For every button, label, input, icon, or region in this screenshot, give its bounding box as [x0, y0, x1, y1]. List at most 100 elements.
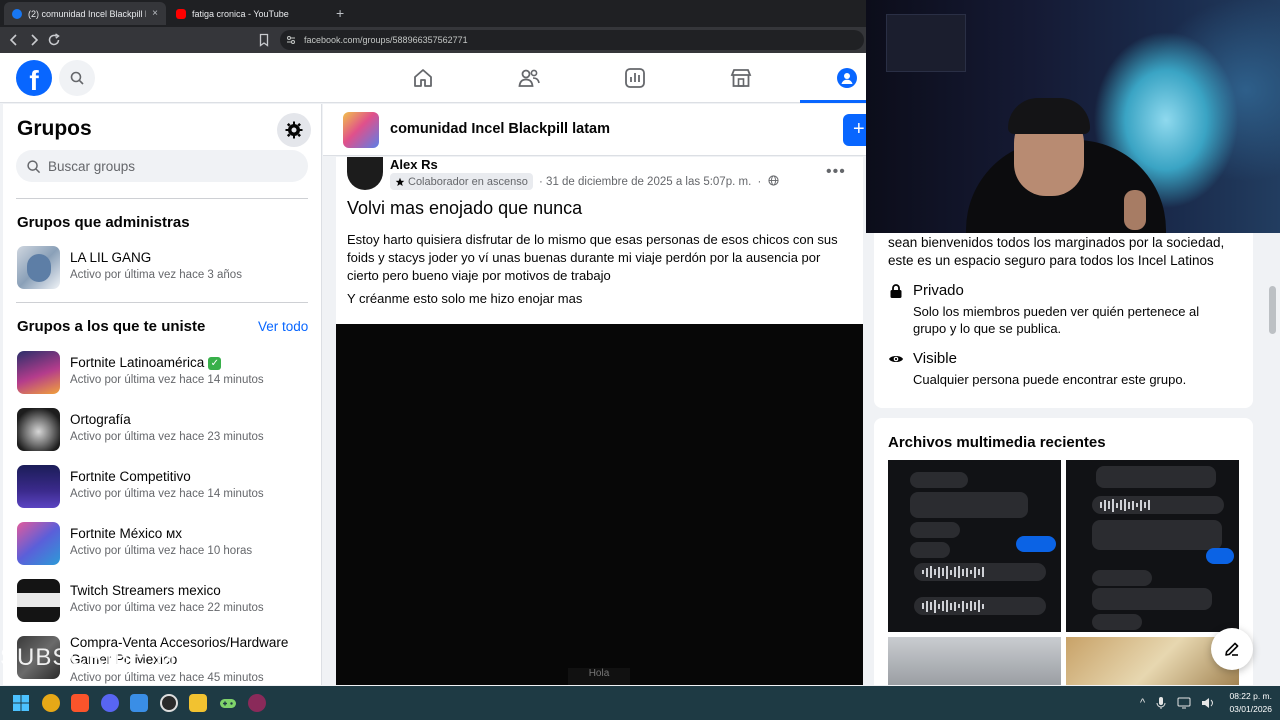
- group-description: sean bienvenidos todos los marginados po…: [888, 235, 1225, 268]
- see-all-link[interactable]: Ver todo: [258, 319, 308, 334]
- streamer-cap: [1008, 98, 1090, 134]
- joined-section-heading: Grupos a los que te uniste: [17, 318, 206, 335]
- nav-dashboard[interactable]: [620, 63, 650, 93]
- tab-label: (2) comunidad Incel Blackpill lat: [28, 8, 147, 19]
- network-icon: [1177, 697, 1191, 709]
- browser-tab-facebook[interactable]: (2) comunidad Incel Blackpill lat ×: [4, 2, 166, 25]
- eye-icon: [889, 356, 903, 362]
- group-activity: Activo por última vez hace 10 horas: [70, 545, 253, 557]
- privacy-description: Solo los miembros pueden ver quién perte…: [913, 304, 1200, 336]
- group-activity: Activo por última vez hace 14 minutos: [70, 488, 264, 500]
- verified-check-icon: ✓: [208, 357, 222, 370]
- group-item-fortnite-mexico[interactable]: Fortnite México мх Activo por última vez…: [17, 522, 317, 566]
- group-activity: Activo por última vez hace 45 minutos: [70, 672, 264, 684]
- group-header: comunidad Incel Blackpill latam +: [323, 104, 873, 156]
- edit-pencil-icon: [1225, 642, 1239, 656]
- file-explorer-icon[interactable]: [189, 694, 207, 712]
- reload-button[interactable]: [46, 32, 62, 48]
- dashboard-icon: [625, 68, 645, 88]
- group-item-fortnite-competitivo[interactable]: Fortnite Competitivo Activo por última v…: [17, 465, 317, 509]
- nav-groups[interactable]: [832, 63, 862, 93]
- group-thumbnail: [17, 465, 60, 508]
- tray-caret-icon[interactable]: ^: [1140, 697, 1145, 709]
- divider: [16, 198, 308, 199]
- separator: ·: [757, 176, 762, 188]
- about-card: sean bienvenidos todos los marginados po…: [874, 230, 1253, 408]
- search-icon: [27, 159, 41, 173]
- bookmark-button[interactable]: [256, 32, 272, 48]
- gear-icon: [285, 121, 303, 139]
- globe-icon: [767, 175, 779, 186]
- group-thumbnail: [17, 408, 60, 451]
- group-thumbnail: [17, 351, 60, 394]
- forward-arrow-icon: [31, 34, 39, 46]
- separator: ·: [539, 176, 543, 188]
- browser-toolbar: facebook.com/groups/588966357562771: [0, 27, 866, 53]
- bookmark-icon: [259, 33, 269, 47]
- coin-app-icon[interactable]: [42, 694, 60, 712]
- group-item-twitch-streamers[interactable]: Twitch Streamers mexico Activo por últim…: [17, 579, 317, 623]
- volume-icon: [1202, 698, 1214, 708]
- compose-button[interactable]: [1211, 628, 1253, 670]
- browser-tab-youtube[interactable]: fatiga cronica - YouTube: [168, 2, 328, 25]
- media-thumbnail[interactable]: [888, 460, 1061, 632]
- obs-icon[interactable]: [160, 694, 178, 712]
- nav-marketplace[interactable]: [726, 63, 756, 93]
- new-tab-button[interactable]: +: [336, 5, 344, 21]
- nav-home[interactable]: [408, 63, 438, 93]
- close-tab-icon[interactable]: ×: [152, 8, 158, 19]
- group-item-la-lil-gang[interactable]: LA LIL GANG Activo por última vez hace 3…: [17, 246, 317, 290]
- post-body: Estoy harto quisiera disfrutar de lo mis…: [347, 232, 838, 283]
- address-bar[interactable]: facebook.com/groups/588966357562771: [280, 30, 864, 50]
- scroll-thumb[interactable]: [1269, 286, 1276, 334]
- group-activity: Activo por última vez hace 22 minutos: [70, 602, 264, 614]
- video-caption: Hola: [568, 668, 630, 685]
- group-thumbnail: [17, 522, 60, 565]
- post-body-second: Y créanme esto solo me hizo enojar mas: [347, 291, 583, 306]
- author-avatar[interactable]: [347, 157, 383, 190]
- taskbar-clock[interactable]: 08:22 p. m. 03/01/2026: [1222, 690, 1272, 716]
- group-avatar[interactable]: [343, 112, 379, 148]
- page-scrollbar[interactable]: [1266, 234, 1280, 686]
- stream-overlay-text: SUBSCRIBE Member: [0, 644, 250, 671]
- settings-button[interactable]: [277, 113, 311, 147]
- group-title[interactable]: comunidad Incel Blackpill latam: [390, 121, 610, 137]
- nav-friends[interactable]: [514, 63, 544, 93]
- game-controller-icon[interactable]: [219, 694, 237, 712]
- system-tray: ^: [1140, 694, 1215, 712]
- group-name: Fortnite Competitivo: [70, 469, 191, 484]
- clock-time: 08:22 p. m.: [1229, 691, 1272, 701]
- post-video[interactable]: Hola: [336, 324, 863, 685]
- search-button[interactable]: [59, 60, 95, 96]
- marketplace-icon: [730, 69, 752, 87]
- brave-browser-icon[interactable]: [71, 694, 89, 712]
- group-item-fortnite-latam[interactable]: Fortnite Latinoamérica ✓ Activo por últim…: [17, 351, 317, 395]
- discord-icon[interactable]: [101, 694, 119, 712]
- start-button[interactable]: [12, 694, 30, 712]
- post-author[interactable]: Alex Rs: [390, 157, 438, 172]
- group-item-ortografia[interactable]: Ortografía Activo por última vez hace 23…: [17, 408, 317, 452]
- tab-label: fatiga cronica - YouTube: [192, 8, 289, 19]
- facebook-favicon-icon: [12, 8, 22, 19]
- store-icon[interactable]: [130, 694, 148, 712]
- privacy-title: Privado: [913, 282, 964, 299]
- group-thumbnail: [17, 579, 60, 622]
- post-timestamp[interactable]: · 31 de diciembre de 2025 a las 5:07p. m…: [539, 175, 779, 188]
- forward-button[interactable]: [26, 32, 42, 48]
- group-name: Fortnite México мх: [70, 526, 183, 541]
- media-thumbnail[interactable]: [888, 637, 1061, 685]
- group-search-input[interactable]: Buscar groups: [16, 150, 308, 182]
- facebook-logo[interactable]: f: [16, 60, 52, 96]
- back-button[interactable]: [6, 32, 22, 48]
- back-arrow-icon: [9, 34, 17, 46]
- contributor-badge: Colaborador en ascenso: [390, 173, 533, 190]
- media-thumbnail[interactable]: [1066, 460, 1239, 632]
- app-icon[interactable]: [248, 694, 266, 712]
- groups-icon: [837, 68, 857, 88]
- badge-label: Colaborador en ascenso: [408, 175, 528, 188]
- group-name: Fortnite Latinoamérica ✓: [70, 355, 222, 370]
- recent-media-card: Archivos multimedia recientes: [874, 418, 1253, 685]
- post-options-button[interactable]: •••: [826, 163, 846, 181]
- friends-icon: [518, 69, 540, 87]
- microphone-icon: [1156, 697, 1166, 709]
